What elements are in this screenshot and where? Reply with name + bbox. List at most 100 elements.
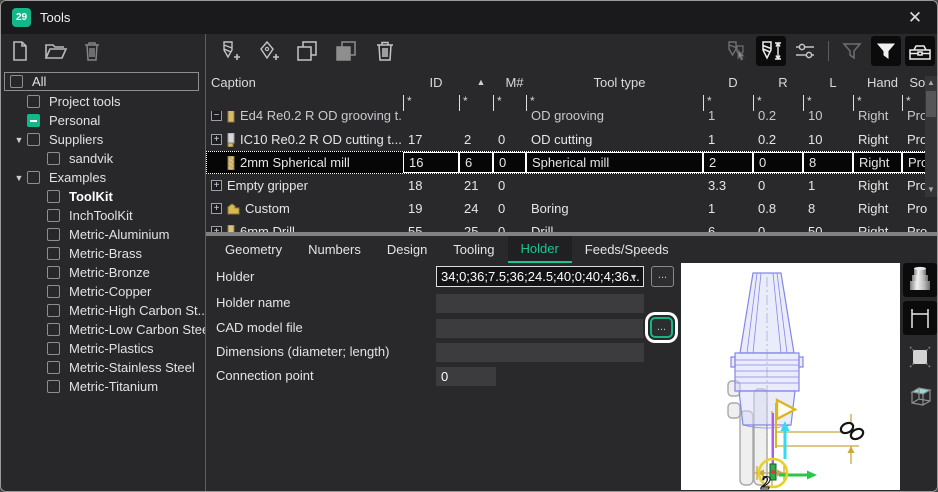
tab-feeds-speeds[interactable]: Feeds/Speeds [572,236,682,263]
tree-item-metric-low-carbon[interactable]: Metric-Low Carbon Steel [1,320,205,339]
column-header-l[interactable]: L [808,75,858,90]
sort-ascending-icon[interactable]: ▲ [464,77,498,87]
checkbox[interactable] [47,266,60,279]
tree-item-personal[interactable]: Personal [1,111,205,130]
expand-box-icon[interactable]: + [211,203,222,214]
new-library-button[interactable] [7,38,33,64]
holder-combobox[interactable]: 34;0;36;7.5;36;24.5;40;0;40;4;36... ▼ [436,266,644,287]
holder-3d-preview[interactable]: 2 [681,263,900,490]
filter-cell[interactable]: * [459,95,493,111]
tree-item-metric-brass[interactable]: Metric-Brass [1,244,205,263]
delete-tool-button[interactable] [370,36,400,66]
show-dimensions-button[interactable] [903,301,937,335]
table-row-custom[interactable]: + Custom 19 24 0 Boring 1 0.8 8 Right Pr… [206,197,937,220]
tree-item-toolkit[interactable]: ToolKit [1,187,205,206]
tree-item-metric-titanium[interactable]: Metric-Titanium [1,377,205,396]
close-button[interactable]: ✕ [901,4,929,32]
tab-design[interactable]: Design [374,236,440,263]
scroll-thumb[interactable] [926,91,936,117]
filter-cell[interactable]: * [703,95,753,111]
column-header-caption[interactable]: Caption [206,75,408,90]
filter-cell[interactable]: * [403,95,459,111]
tab-geometry[interactable]: Geometry [212,236,295,263]
add-tool-button[interactable] [214,36,244,66]
checkbox[interactable] [47,247,60,260]
checkbox[interactable] [27,133,40,146]
tool-dimensions-button[interactable] [756,36,786,66]
collapse-box-icon[interactable]: − [211,111,222,121]
tab-numbers[interactable]: Numbers [295,236,374,263]
expand-box-icon[interactable]: + [211,180,222,191]
expand-caret-icon[interactable]: ▼ [11,173,27,183]
column-header-id[interactable]: ID [408,75,464,90]
column-header-d[interactable]: D [708,75,758,90]
checkbox[interactable] [47,304,60,317]
open-library-button[interactable] [43,38,69,64]
tree-item-project-tools[interactable]: Project tools [1,92,205,111]
checkbox[interactable] [47,228,60,241]
checkbox[interactable] [47,380,60,393]
tree-item-all[interactable]: All [4,72,199,91]
table-row-selected[interactable]: 2mm Spherical mill 16 6 0 Spherical mill… [206,151,937,174]
grid-scrollbar[interactable]: ▲ ▼ [925,76,937,197]
checkbox[interactable] [10,75,23,88]
column-header-hand[interactable]: Hand [858,75,907,90]
cad-model-browse-button[interactable]: ... [650,317,673,338]
tree-item-suppliers[interactable]: ▼ Suppliers [1,130,205,149]
checkbox[interactable] [27,95,40,108]
tree-item-sandvik[interactable]: sandvik [1,149,205,168]
shaded-view-button[interactable] [903,340,937,374]
column-header-m[interactable]: M# [498,75,531,90]
holder-browse-button[interactable]: ... [651,266,674,287]
copy-tool-button[interactable] [292,36,322,66]
checkbox[interactable] [47,190,60,203]
tree-item-inchtoolkit[interactable]: InchToolKit [1,206,205,225]
tab-holder[interactable]: Holder [508,236,572,263]
display-options-button[interactable] [790,36,820,66]
checkbox[interactable] [47,323,60,336]
filter-cell[interactable]: * [753,95,803,111]
dimensions-input[interactable] [436,343,644,362]
scroll-up-icon[interactable]: ▲ [925,76,937,90]
table-row-drill-clipped[interactable]: + 6mm Drill 55 25 0 Drill 6 0 50 Right P… [206,220,937,232]
expand-caret-icon[interactable]: ▼ [11,135,27,145]
checkbox[interactable] [27,171,40,184]
tree-item-metric-aluminium[interactable]: Metric-Aluminium [1,225,205,244]
holder-name-input[interactable] [436,294,644,313]
delete-library-button[interactable] [79,38,105,64]
show-holder-button[interactable] [903,263,937,297]
tree-item-metric-bronze[interactable]: Metric-Bronze [1,263,205,282]
checkbox[interactable] [47,152,60,165]
filter-button[interactable] [871,36,901,66]
tree-item-examples[interactable]: ▼ Examples [1,168,205,187]
table-row-ic10[interactable]: + IC10 Re0.2 R OD cutting t... 17 2 0 OD… [206,128,937,151]
tree-item-metric-high-carbon[interactable]: Metric-High Carbon St... [1,301,205,320]
checkbox[interactable] [47,209,60,222]
connection-point-input[interactable] [436,367,496,386]
filter-cell[interactable]: * [526,95,703,111]
filter-cell[interactable]: * [493,95,526,111]
filter-cell[interactable]: * [803,95,853,111]
filter-outline-button[interactable] [837,36,867,66]
column-header-r[interactable]: R [758,75,808,90]
wireframe-view-button[interactable] [903,378,937,412]
table-row-partial[interactable]: − Ed4 Re0.2 R OD grooving t... OD groovi… [206,111,937,128]
cad-model-file-input[interactable] [436,319,644,338]
checkbox[interactable] [47,342,60,355]
paste-tool-button[interactable] [331,36,361,66]
checkbox-partial[interactable] [27,114,40,127]
add-insert-button[interactable] [253,36,283,66]
filter-cell[interactable] [206,95,403,111]
checkbox[interactable] [47,285,60,298]
tree-item-metric-copper[interactable]: Metric-Copper [1,282,205,301]
scroll-down-icon[interactable]: ▼ [925,183,937,197]
tree-item-metric-plastics[interactable]: Metric-Plastics [1,339,205,358]
column-header-tool-type[interactable]: Tool type [531,75,708,90]
tab-tooling[interactable]: Tooling [440,236,507,263]
tree-item-metric-stainless[interactable]: Metric-Stainless Steel [1,358,205,377]
table-row-empty-gripper[interactable]: + Empty gripper 18 21 0 3.3 0 1 Right Pr… [206,174,937,197]
pick-tool-button[interactable] [722,36,752,66]
expand-box-icon[interactable]: + [211,134,222,145]
filter-cell[interactable]: * [853,95,902,111]
checkbox[interactable] [47,361,60,374]
